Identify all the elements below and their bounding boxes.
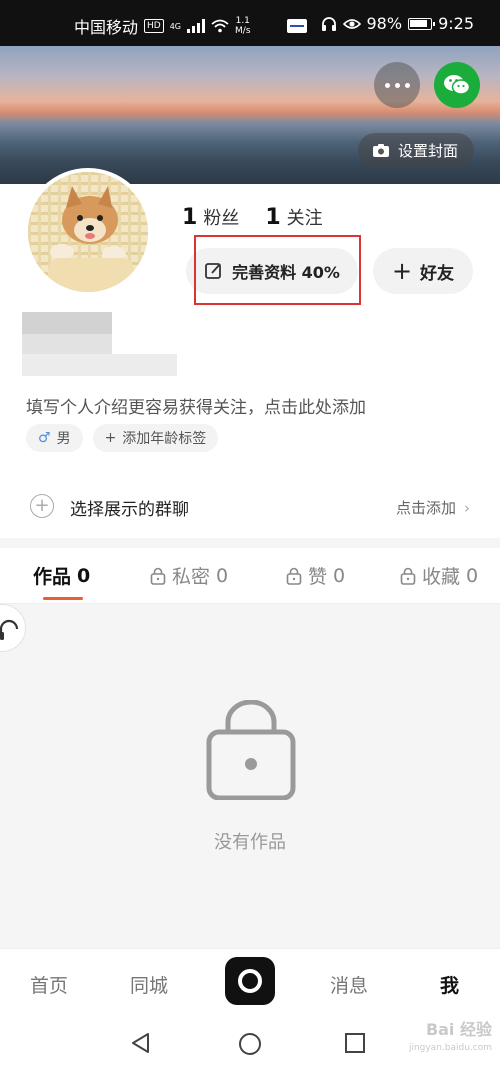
- headphone-status-icon: [321, 16, 336, 31]
- home-circle-icon[interactable]: [238, 1032, 262, 1056]
- battery-icon: [408, 17, 436, 30]
- headphone-icon: [0, 619, 19, 640]
- empty-state-text: 没有作品: [214, 832, 286, 853]
- network-type: 4G: [169, 21, 182, 31]
- profile-cover[interactable]: 设置封面: [0, 46, 500, 184]
- more-button[interactable]: [374, 62, 420, 108]
- intro-prompt[interactable]: 填写个人介绍更容易获得关注，点击此处添加: [26, 393, 366, 418]
- app-notification-icon: [286, 19, 307, 33]
- plus-icon: +: [104, 430, 117, 446]
- add-friend-label: 好友: [420, 263, 455, 284]
- add-age-tag[interactable]: + 添加年龄标签: [92, 424, 219, 452]
- section-divider: [0, 538, 500, 548]
- group-chat-row[interactable]: + 选择展示的群聊 点击添加 ›: [0, 484, 500, 528]
- lock-icon: [400, 567, 416, 585]
- status-bar: 中国移动 HD 4G 1.1 M/s 98% 9:25: [0, 0, 500, 46]
- lock-icon: [286, 567, 302, 585]
- wifi-icon: [211, 19, 229, 33]
- eye-comfort-icon: [342, 18, 361, 29]
- watermark-url: jingyan.baidu.com: [408, 1043, 492, 1053]
- set-cover-label: 设置封面: [397, 141, 458, 160]
- lock-icon: [150, 567, 166, 585]
- recents-icon[interactable]: [344, 1032, 366, 1054]
- signal-icon: [187, 19, 206, 33]
- hd-badge: HD: [144, 19, 164, 33]
- chevron-right-icon: ›: [464, 498, 470, 517]
- following-stat[interactable]: 1 关注: [265, 204, 322, 230]
- nav-me[interactable]: 我: [440, 971, 459, 998]
- back-icon[interactable]: [130, 1032, 152, 1054]
- camera-shoot-button[interactable]: [225, 957, 275, 1005]
- tab-likes[interactable]: 赞0: [286, 562, 345, 589]
- followers-stat[interactable]: 1 粉丝: [182, 204, 239, 230]
- content-tabs: 作品 0 私密 0 赞0 收藏 0: [0, 548, 500, 604]
- add-circle-icon: +: [30, 494, 54, 518]
- group-chat-action[interactable]: 点击添加 ›: [396, 497, 470, 518]
- tab-works[interactable]: 作品 0: [33, 562, 90, 589]
- dog-avatar-image: [28, 172, 148, 292]
- more-icon: [384, 82, 410, 88]
- bottom-nav: 首页 同城 消息 我: [0, 948, 500, 1016]
- avatar[interactable]: [24, 168, 152, 296]
- active-tab-indicator: [43, 597, 83, 600]
- set-cover-button[interactable]: 设置封面: [357, 133, 474, 167]
- group-chat-label: 选择展示的群聊: [70, 500, 189, 520]
- battery-percent: 98%: [366, 14, 403, 33]
- add-friend-button[interactable]: + 好友: [373, 248, 473, 294]
- net-speed: 1.1 M/s: [235, 16, 251, 36]
- profile-stats: 1 粉丝 1 关注: [182, 204, 323, 230]
- nav-local[interactable]: 同城: [130, 971, 168, 998]
- plus-icon: +: [391, 257, 413, 285]
- profile-tags: ♂ 男 + 添加年龄标签: [26, 424, 219, 452]
- camera-icon: [372, 143, 389, 157]
- audio-float-button[interactable]: [0, 604, 26, 652]
- male-icon: ♂: [38, 430, 51, 446]
- wechat-share-button[interactable]: [434, 62, 480, 108]
- watermark-logo: Bai 经验: [425, 1020, 492, 1039]
- gender-tag[interactable]: ♂ 男: [26, 424, 83, 452]
- nav-messages[interactable]: 消息: [330, 971, 368, 998]
- tab-private[interactable]: 私密 0: [150, 562, 228, 589]
- highlight-box: [194, 235, 361, 305]
- wechat-icon: [444, 75, 471, 95]
- empty-lock-icon: [206, 699, 296, 804]
- shutter-icon: [238, 969, 262, 993]
- carrier-name: 中国移动: [74, 18, 139, 37]
- clock: 9:25: [438, 14, 474, 33]
- nav-home[interactable]: 首页: [30, 971, 68, 998]
- tab-favorites[interactable]: 收藏 0: [400, 562, 478, 589]
